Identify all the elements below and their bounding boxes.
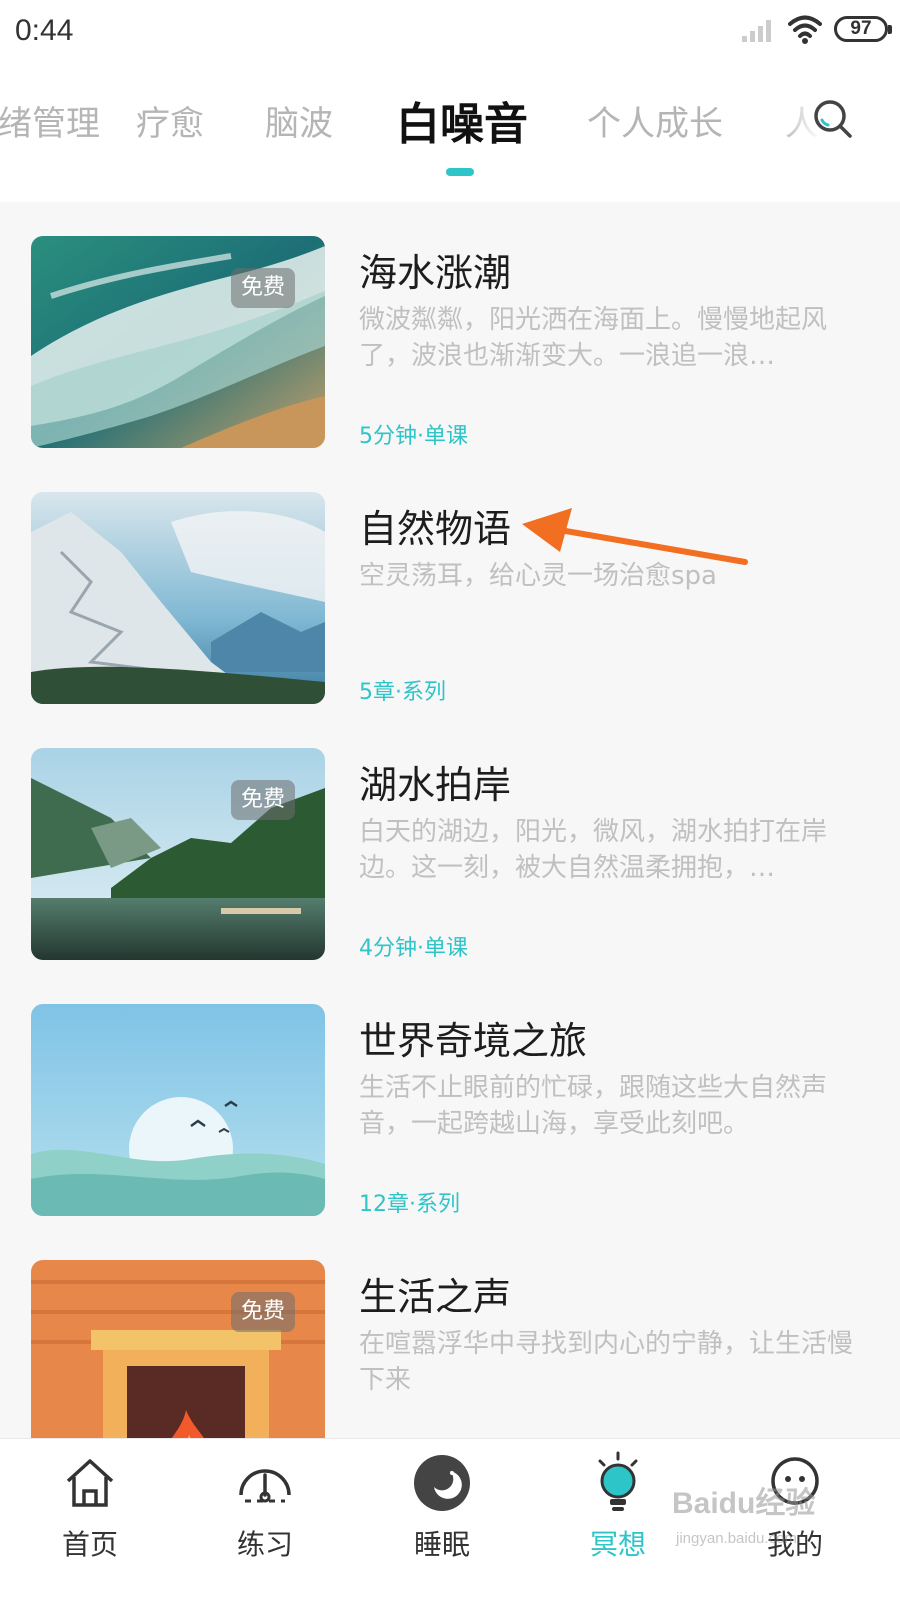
bulb-icon	[586, 1451, 650, 1519]
tab-personal-growth[interactable]: 个人成长	[587, 96, 723, 145]
item-description: 空灵荡耳，给心灵一场治愈spa	[359, 561, 717, 591]
lake-forest-image: 免费	[31, 748, 325, 960]
item-meta: 5章·系列	[359, 680, 446, 705]
moon-hills-image	[31, 1004, 325, 1216]
nav-label: 睡眠	[413, 1528, 470, 1561]
moon-icon	[410, 1451, 474, 1519]
fireplace-image: 免费	[31, 1260, 325, 1468]
tab-white-noise[interactable]: 白噪音	[396, 88, 528, 152]
item-title: 海水涨潮	[359, 251, 512, 295]
watermark-url: jingyan.baidu.com	[676, 1530, 797, 1547]
free-badge: 免费	[230, 268, 295, 308]
home-icon	[58, 1451, 122, 1519]
list-item[interactable]: 世界奇境之旅 生活不止眼前的忙碌，跟随这些大自然声音，一起跨越山海，享受此刻吧。…	[0, 970, 900, 1217]
white-noise-list: 免费 海水涨潮 微波粼粼，阳光洒在海面上。慢慢地起风了，波浪也渐渐变大。一浪追一…	[0, 202, 900, 1468]
nav-practice[interactable]: 练习	[175, 1439, 355, 1600]
item-meta: 4分钟·单课	[359, 936, 468, 961]
list-item[interactable]: 免费 海水涨潮 微波粼粼，阳光洒在海面上。慢慢地起风了，波浪也渐渐变大。一浪追一…	[0, 202, 900, 449]
snowy-mountain-image	[31, 492, 325, 704]
nav-label: 练习	[236, 1528, 293, 1561]
status-time: 0:44	[15, 14, 74, 47]
nav-sleep[interactable]: 睡眠	[352, 1439, 532, 1600]
tab-emotion-management[interactable]: 情绪管理	[0, 96, 100, 145]
tab-brainwave[interactable]: 脑波	[265, 96, 333, 145]
search-icon[interactable]	[812, 98, 854, 144]
nav-label: 首页	[61, 1528, 118, 1561]
watermark-logo: Baidu经验	[672, 1487, 816, 1520]
ocean-waves-image: 免费	[31, 236, 325, 448]
status-bar: 0:44 97	[0, 0, 900, 62]
category-tabs: 情绪管理 疗愈 脑波 白噪音 个人成长 人	[0, 62, 900, 202]
item-title: 生活之声	[359, 1275, 512, 1319]
battery-icon: 97	[834, 16, 892, 42]
item-meta: 5分钟·单课	[359, 424, 468, 449]
tab-healing[interactable]: 疗愈	[136, 96, 204, 145]
signal-icon	[742, 18, 776, 46]
list-item[interactable]: 免费 湖水拍岸 白天的湖边，阳光，微风，湖水拍打在岸边。这一刻，被大自然温柔拥抱…	[0, 714, 900, 961]
list-item[interactable]: 自然物语 空灵荡耳，给心灵一场治愈spa 5章·系列	[0, 458, 900, 705]
item-description: 生活不止眼前的忙碌，跟随这些大自然声音，一起跨越山海，享受此刻吧。	[359, 1073, 828, 1139]
item-title: 湖水拍岸	[359, 763, 512, 807]
battery-level: 97	[850, 18, 872, 39]
item-title: 世界奇境之旅	[359, 1019, 588, 1063]
item-meta: 12章·系列	[359, 1192, 460, 1217]
active-tab-indicator	[446, 168, 474, 176]
list-item[interactable]: 免费 生活之声 在喧嚣浮华中寻找到内心的宁静，让生活慢下来	[0, 1226, 900, 1468]
item-description: 白天的湖边，阳光，微风，湖水拍打在岸边。这一刻，被大自然温柔拥抱，…	[359, 817, 828, 883]
item-description: 微波粼粼，阳光洒在海面上。慢慢地起风了，波浪也渐渐变大。一浪追一浪…	[359, 305, 828, 371]
wifi-icon	[788, 14, 822, 48]
item-title: 自然物语	[359, 507, 512, 551]
free-badge: 免费	[230, 780, 295, 820]
gauge-icon	[233, 1451, 297, 1519]
free-badge: 免费	[230, 1292, 295, 1332]
nav-home[interactable]: 首页	[0, 1439, 180, 1600]
item-description: 在喧嚣浮华中寻找到内心的宁静，让生活慢下来	[359, 1329, 854, 1395]
